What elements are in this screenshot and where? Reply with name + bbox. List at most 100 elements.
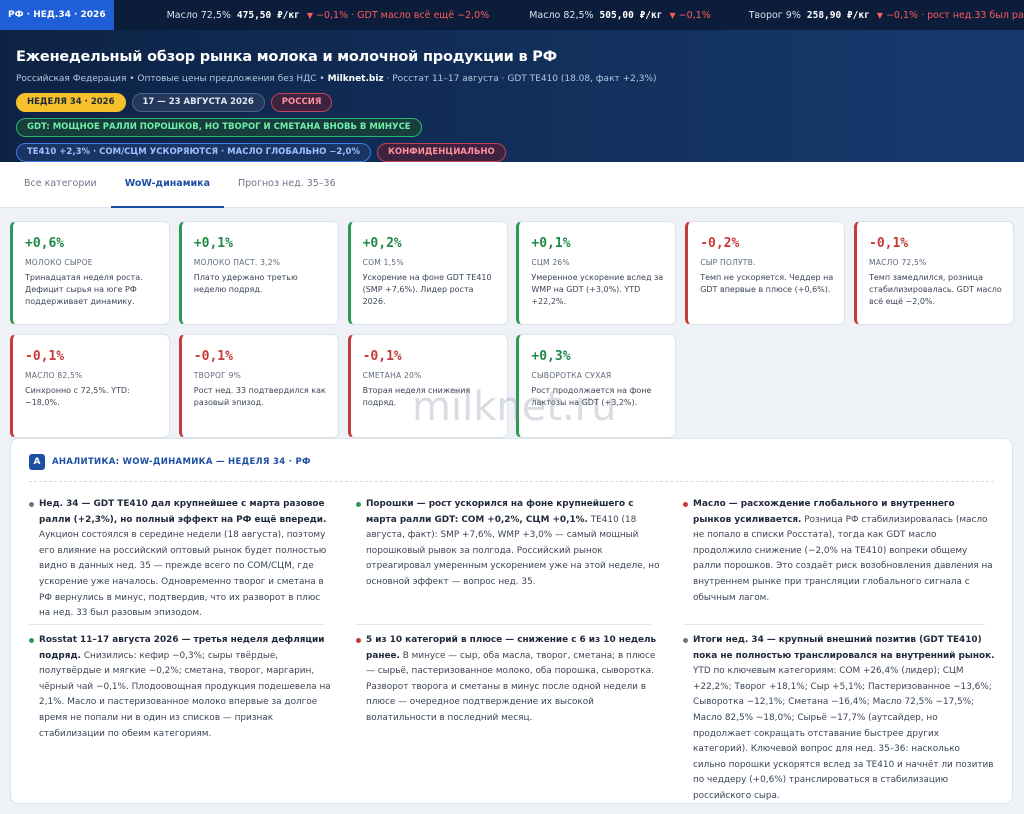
ticker-price: 258,90 ₽/кг [806, 9, 870, 21]
card-change-value: -0,1% [869, 236, 909, 251]
bullet-dot-icon [29, 638, 34, 643]
ticker-change: −0,1% · рост нед.33 был разовым [885, 9, 1024, 21]
page-title: Еженедельный обзор рынка молока и молочн… [16, 49, 557, 65]
category-card[interactable]: +0,2% СОМ 1,5% Ускорение на фоне GDT TE410… [347, 221, 508, 325]
card-change-value: -0,1% [193, 349, 233, 364]
card-category-name: Сыр полутв. [700, 258, 756, 267]
note-body: Розница РФ стабилизировалась (масло не п… [693, 514, 993, 603]
bullet-dot-icon [356, 502, 361, 507]
page-header: Еженедельный обзор рынка молока и молочн… [0, 30, 1024, 162]
note-body: TE410 (18 августа, факт): SMP +7,6%, WMP… [366, 514, 660, 587]
ticker-price: 505,00 ₽/кг [599, 9, 663, 21]
card-description: Рост нед. 33 подтвердился как разовый эп… [193, 386, 326, 407]
category-card[interactable]: +0,6% Молоко сырое Тринадцатая неделя рост… [10, 221, 170, 325]
tab-1[interactable]: WoW-динамика [110, 162, 224, 208]
analytics-note: Порошки — рост ускорился на фоне крупней… [356, 497, 661, 591]
card-change-value: +0,6% [25, 236, 65, 251]
note-headline: Итоги нед. 34 — крупный внешний позитив … [693, 635, 995, 661]
note-row-divider [29, 624, 324, 625]
card-category-name: Молоко сырое [25, 258, 93, 267]
header-chip: 17 — 23 АВГУСТА 2026 [131, 93, 265, 112]
note-body: Снизились: кефир −0,3%; сыры твёрдые, по… [39, 650, 331, 739]
ticker-name: Творог 9% [748, 9, 801, 21]
card-change-value: +0,1% [193, 236, 233, 251]
category-card[interactable]: +0,1% Молоко паст. 3,2% Плато удержано тре… [178, 221, 339, 325]
ticker-price: 475,50 ₽/кг [236, 9, 300, 21]
header-chip: КОНФИДЕНЦИАЛЬНО [376, 143, 506, 162]
bullet-dot-icon [29, 502, 34, 507]
note-headline: Нед. 34 — GDT TE410 дал крупнейшее с мар… [39, 499, 327, 525]
trend-down-icon: ▼ [876, 10, 883, 20]
card-category-name: Масло 82,5% [25, 371, 83, 380]
trend-down-icon: ▼ [306, 10, 313, 20]
category-card[interactable]: -0,1% Масло 82,5% Синхронно с 72,5%. YTD: … [10, 334, 170, 438]
ticker-name: Масло 72,5% [166, 9, 231, 21]
analytics-title: АНАЛИТИКА: WOW-ДИНАМИКА — НЕДЕЛЯ 34 · РФ [52, 457, 311, 467]
category-card[interactable]: +0,1% СЦМ 26% Умеренное ускорение вслед за… [516, 221, 677, 325]
ticker-item: Масло 72,5% 475,50 ₽/кг ▼ −0,1% · GDT масло… [167, 10, 490, 21]
card-description: Ускорение на фоне GDT TE410 (SMP +7,6%).… [362, 273, 492, 306]
header-chip: НЕДЕЛЯ 34 · 2026 [16, 93, 126, 112]
price-ticker: РФ · НЕД.34 · 2026 Масло 72,5% 475,50 ₽/к… [0, 0, 1024, 30]
tab-0[interactable]: Все категории [10, 162, 111, 208]
analytics-note: Масло — расхождение глобального и внутре… [683, 497, 995, 606]
card-change-value: +0,3% [531, 349, 571, 364]
card-category-name: СОМ 1,5% [362, 258, 404, 267]
card-description: Плато удержано третью неделю подряд. [193, 273, 298, 294]
card-description: Рост продолжается на фоне лактозы на GDT… [531, 386, 652, 407]
card-category-name: Молоко паст. 3,2% [193, 258, 281, 267]
header-chip: GDT: МОЩНОЕ РАЛЛИ ПОРОШКОВ, НО ТВОРОГ И … [16, 118, 422, 137]
bullet-dot-icon [683, 502, 688, 507]
category-card[interactable]: -0,1% Творог 9% Рост нед. 33 подтвердился … [178, 334, 339, 438]
card-description: Темп замедлился, розница стабилизировала… [869, 273, 1002, 306]
note-row-divider [683, 624, 985, 625]
note-body: В минусе — сыр, оба масла, творог, смета… [366, 650, 656, 723]
category-card[interactable]: -0,1% Масло 72,5% Темп замедлился, розница… [854, 221, 1014, 325]
analytics-header: A АНАЛИТИКА: WOW-ДИНАМИКА — НЕДЕЛЯ 34 · … [29, 454, 311, 470]
analytics-panel: A АНАЛИТИКА: WOW-ДИНАМИКА — НЕДЕЛЯ 34 · … [10, 438, 1013, 804]
subtitle-left: Российская Федерация • Оптовые цены пред… [16, 74, 328, 84]
ticker-items: Масло 72,5% 475,50 ₽/кг ▼ −0,1% · GDT масло… [114, 10, 1024, 21]
card-change-value: -0,1% [25, 349, 65, 364]
card-description: Темп не ускоряется. Чеддер на GDT впервы… [700, 273, 834, 294]
card-change-value: -0,2% [700, 236, 740, 251]
category-card[interactable]: +0,3% Сыворотка сухая Рост продолжается на… [516, 334, 677, 438]
note-row-divider [356, 624, 651, 625]
bullet-dot-icon [356, 638, 361, 643]
note-body: YTD по ключевым категориям: СОМ +26,4% (… [693, 666, 994, 801]
card-description: Синхронно с 72,5%. YTD: −18,0%. [25, 386, 130, 407]
analytics-badge: A [29, 454, 45, 470]
card-category-name: СЦМ 26% [531, 258, 570, 267]
card-change-value: +0,1% [531, 236, 571, 251]
bullet-dot-icon [683, 638, 688, 643]
card-change-value: +0,2% [362, 236, 402, 251]
analytics-note: Rosstat 11–17 августа 2026 — третья неде… [29, 633, 334, 742]
card-category-name: Сметана 20% [362, 371, 422, 380]
analytics-note: 5 из 10 категорий в плюсе — снижение с 6… [356, 633, 661, 727]
ticker-name: Масло 82,5% [529, 9, 594, 21]
analytics-note: Нед. 34 — GDT TE410 дал крупнейшее с мар… [29, 497, 334, 622]
card-category-name: Сыворотка сухая [531, 371, 612, 380]
tab-bar: Все категории WoW-динамика Прогноз нед. 35… [0, 162, 1024, 208]
category-card[interactable]: -0,1% Сметана 20% Вторая неделя снижения п… [347, 334, 508, 438]
ticker-change: −0,1% [678, 9, 711, 21]
header-chip: TE410 +2,3% · СОМ/СЦМ УСКОРЯЮТСЯ · МАСЛО… [16, 143, 371, 162]
header-chip: РОССИЯ [270, 93, 333, 112]
card-category-name: Масло 72,5% [869, 258, 927, 267]
card-description: Умеренное ускорение вслед за WMP на GDT … [531, 273, 664, 306]
header-chips: НЕДЕЛЯ 34 · 2026 17 — 23 АВГУСТА 2026 РОСС… [16, 93, 736, 162]
page-subtitle: Российская Федерация • Оптовые цены пред… [16, 74, 1008, 84]
analytics-note: Итоги нед. 34 — крупный внешний позитив … [683, 633, 995, 805]
ticker-change: −0,1% · GDT масло всё ещё −2,0% [316, 9, 490, 21]
card-description: Тринадцатая неделя роста. Дефицит сырья … [25, 273, 143, 306]
category-card[interactable]: -0,2% Сыр полутв. Темп не ускоряется. Чедд… [685, 221, 846, 325]
ticker-item: Творог 9% 258,90 ₽/кг ▼ −0,1% · рост нед.33… [749, 10, 1024, 21]
note-body: Аукцион состоялся в середине недели (18 … [39, 530, 327, 619]
card-category-name: Творог 9% [193, 371, 242, 380]
ticker-item: Масло 82,5% 505,00 ₽/кг ▼ −0,1% [529, 10, 711, 21]
trend-down-icon: ▼ [669, 10, 676, 20]
card-description: Вторая неделя снижения подряд. [362, 386, 471, 407]
ticker-week-tag: РФ · НЕД.34 · 2026 [0, 0, 114, 30]
tab-2[interactable]: Прогноз нед. 35–36 [224, 162, 350, 208]
subtitle-right: · Росстат 11–17 августа · GDT TE410 (18.… [383, 74, 657, 84]
